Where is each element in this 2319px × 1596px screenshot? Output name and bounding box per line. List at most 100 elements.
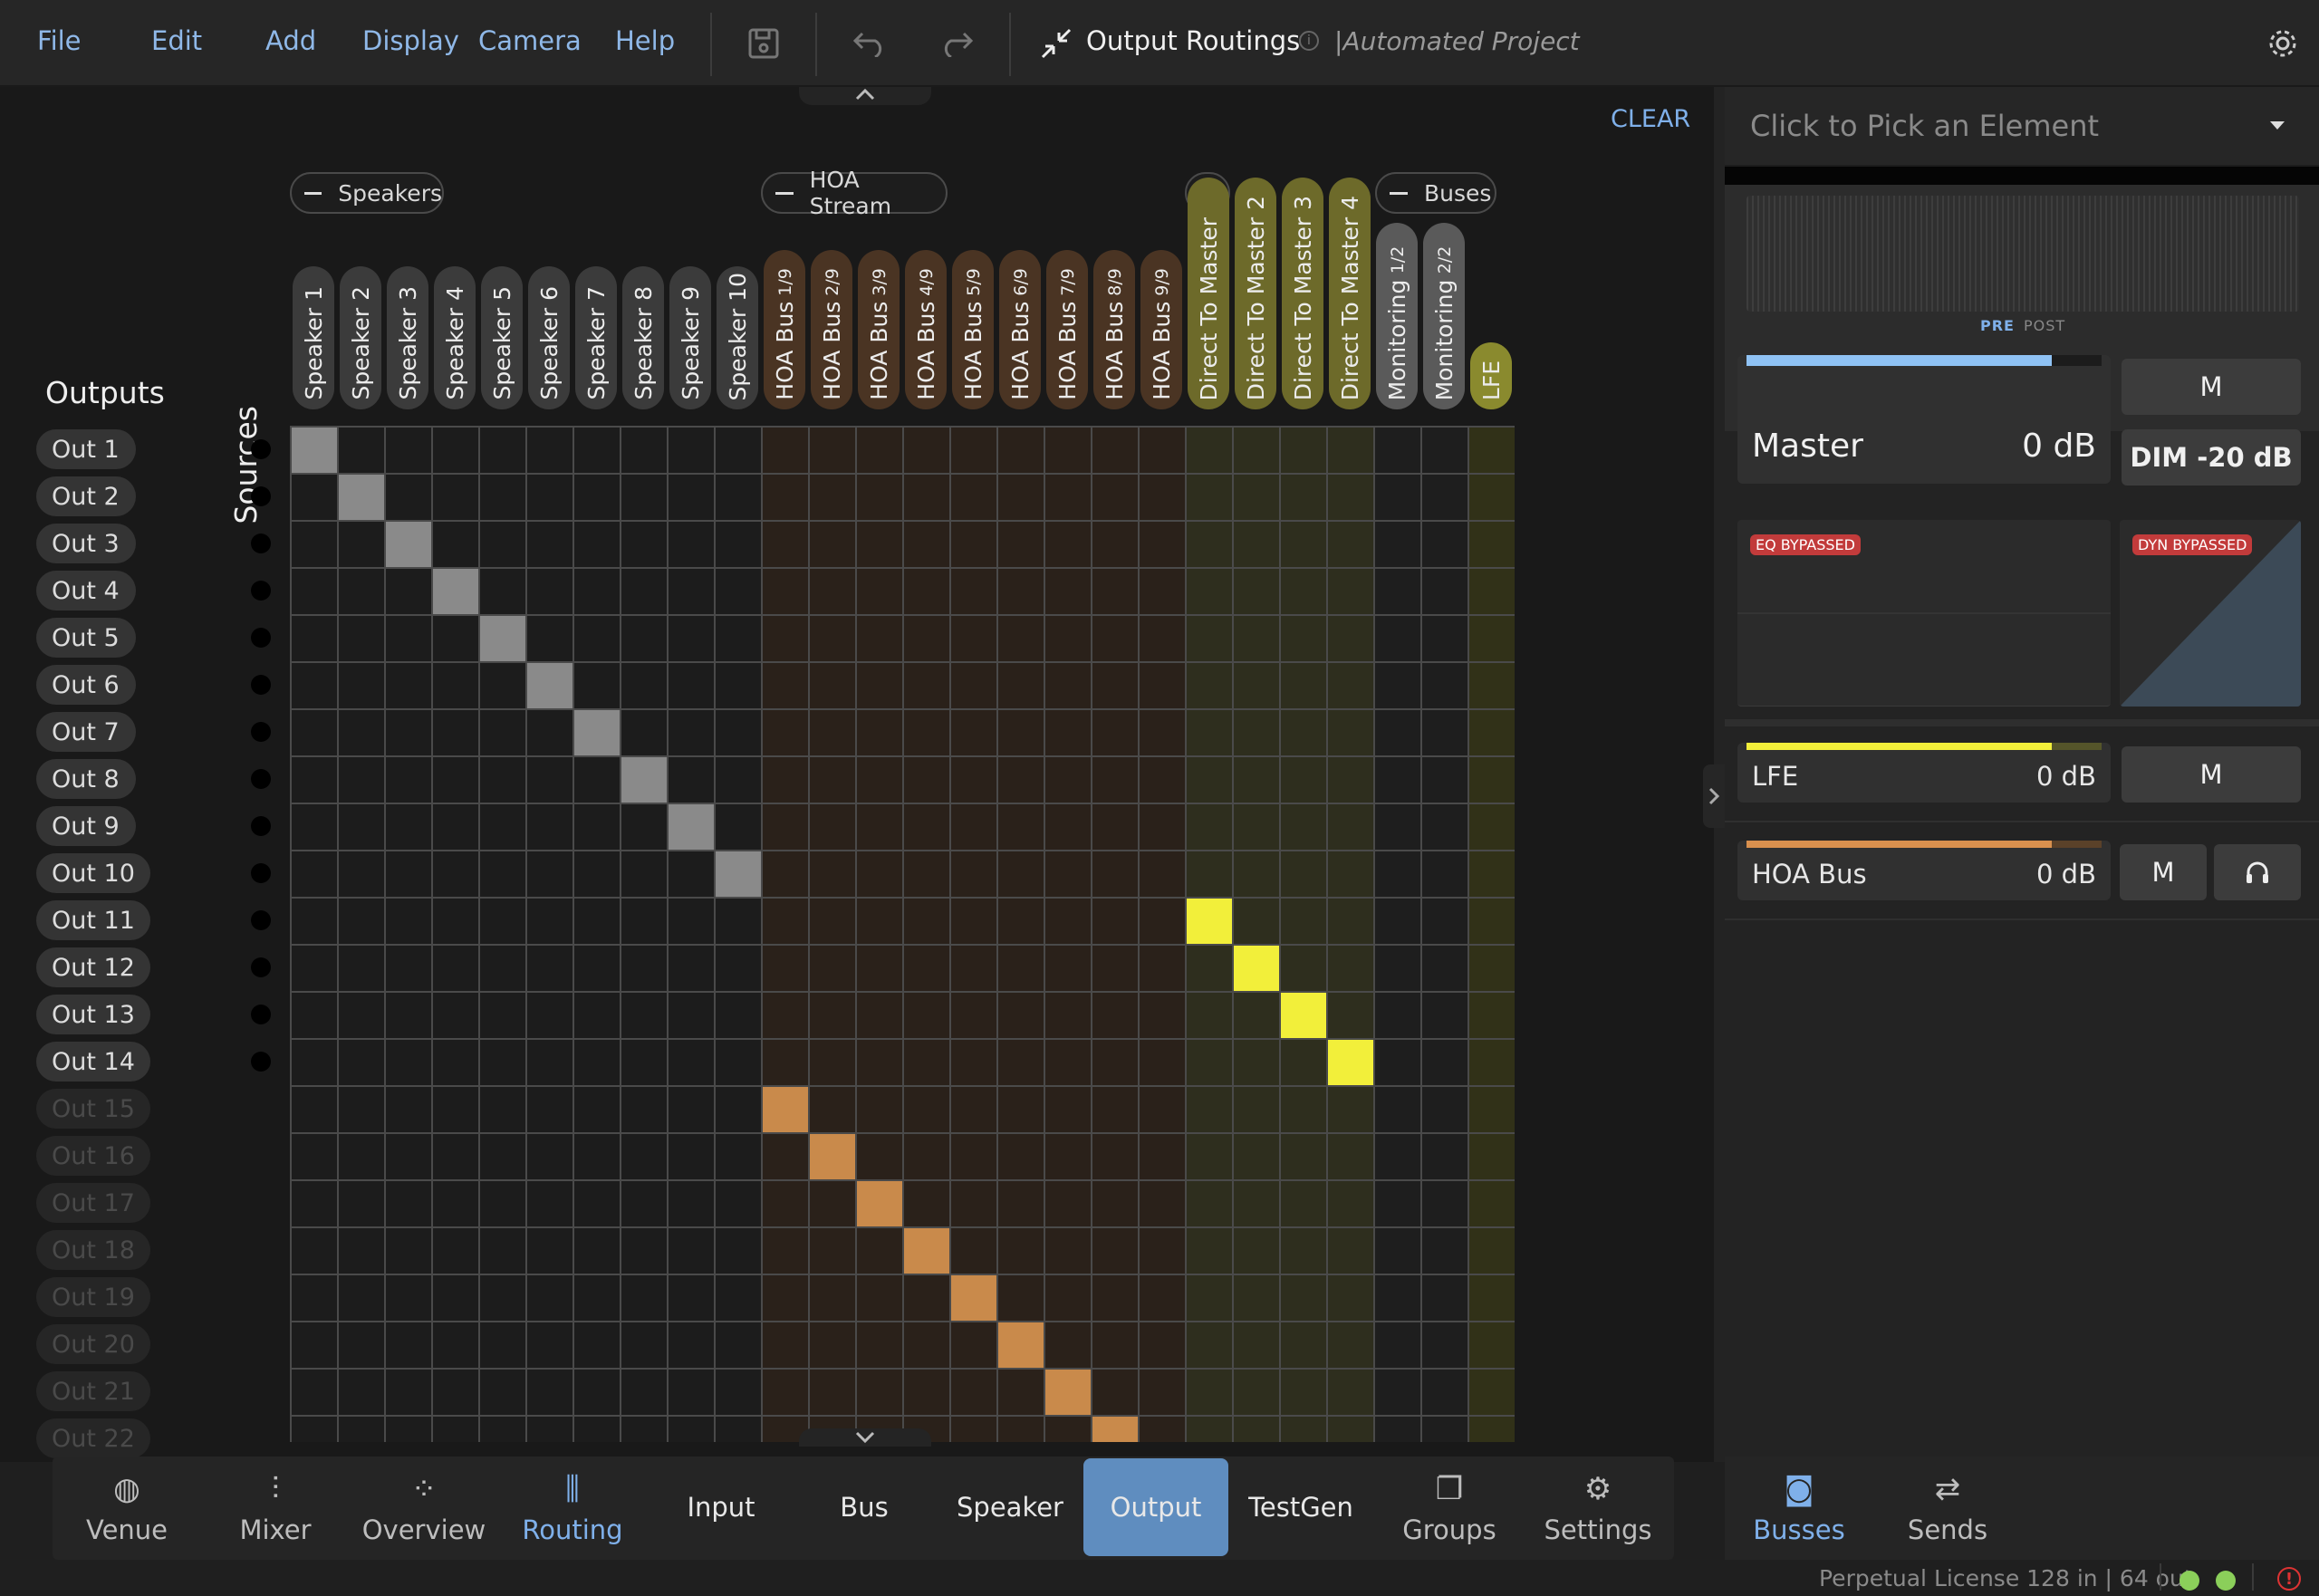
hoa-bus-fader[interactable]: HOA Bus 0 dB [1737,841,2111,900]
column-header-2[interactable]: Speaker 2 [340,266,381,409]
route-cell[interactable] [1234,946,1279,991]
output-row-label[interactable]: Out 9 [36,806,136,846]
subtab-bus[interactable]: Bus [794,1458,935,1556]
output-row-label[interactable]: Out 12 [36,947,150,987]
route-cell[interactable] [339,475,384,520]
column-header-25[interactable]: Monitoring 2/2 [1423,223,1465,409]
lfe-mute-button[interactable]: M [2122,746,2301,803]
route-cell[interactable] [1045,1370,1091,1415]
routing-grid[interactable] [290,426,1515,1442]
route-cell[interactable] [669,804,714,850]
eq-panel[interactable]: EQ BYPASSED [1737,520,2111,707]
source-indicator[interactable] [251,581,271,601]
route-cell[interactable] [480,616,525,661]
source-indicator[interactable] [251,486,271,506]
output-row-label[interactable]: Out 3 [36,524,136,563]
subtab-input[interactable]: Input [650,1458,792,1556]
route-cell[interactable] [904,1228,949,1274]
gear-icon[interactable] [2257,18,2308,69]
route-cell[interactable] [763,1087,808,1132]
panel-toggle[interactable] [1703,764,1725,828]
column-header-15[interactable]: HOA Bus 5/9 [952,250,994,409]
pre-toggle[interactable]: PRE [1980,317,2015,334]
dynamics-panel[interactable]: DYN BYPASSED [2120,520,2301,707]
column-header-14[interactable]: HOA Bus 4/9 [905,250,947,409]
source-indicator[interactable] [251,769,271,789]
output-row-label[interactable]: Out 14 [36,1042,150,1082]
menu-camera[interactable]: Camera [478,25,582,56]
route-cell[interactable] [951,1275,996,1321]
output-row-label[interactable]: Out 5 [36,618,136,658]
column-header-7[interactable]: Speaker 7 [575,266,617,409]
output-row-label[interactable]: Out 1 [36,429,136,469]
post-toggle[interactable]: POST [2024,317,2065,334]
route-cell[interactable] [292,428,337,473]
collapse-arrows-icon[interactable] [1031,18,1082,69]
master-fader[interactable]: Master 0 dB [1737,355,2111,484]
clear-button[interactable]: CLEAR [1611,105,1690,133]
route-cell[interactable] [1281,993,1326,1038]
alert-icon[interactable]: ! [2277,1567,2301,1591]
output-row-label[interactable]: Out 7 [36,712,136,752]
output-row-label[interactable]: Out 4 [36,571,136,611]
source-indicator[interactable] [251,957,271,977]
source-indicator[interactable] [251,1052,271,1072]
output-row-label[interactable]: Out 18 [36,1230,150,1270]
group-toggle-speakers[interactable]: Speakers [290,172,444,214]
source-indicator[interactable] [251,675,271,695]
route-cell[interactable] [433,569,478,614]
column-header-23[interactable]: Direct To Master 4 [1329,178,1371,409]
subtab-speaker[interactable]: Speaker [938,1458,1082,1556]
source-indicator[interactable] [251,722,271,742]
tab-sends[interactable]: ⇄ Sends [1877,1457,2018,1556]
output-row-label[interactable]: Out 10 [36,853,150,893]
source-indicator[interactable] [251,534,271,553]
column-header-6[interactable]: Speaker 6 [528,266,570,409]
redo-icon[interactable] [931,18,982,69]
column-header-5[interactable]: Speaker 5 [481,266,523,409]
group-toggle-buses[interactable]: Buses [1375,172,1496,214]
output-row-label[interactable]: Out 8 [36,759,136,799]
route-cell[interactable] [386,522,431,567]
tab-busses[interactable]: ◙ Busses [1728,1457,1870,1556]
route-cell[interactable] [574,710,620,755]
dim-button[interactable]: DIM -20 dB [2122,429,2301,486]
column-header-24[interactable]: Monitoring 1/2 [1376,223,1418,409]
output-row-label[interactable]: Out 17 [36,1183,150,1223]
route-cell[interactable] [998,1322,1044,1368]
column-header-9[interactable]: Speaker 9 [669,266,711,409]
source-indicator[interactable] [251,439,271,459]
hoa-mute-button[interactable]: M [2120,844,2207,900]
headphones-button[interactable] [2214,844,2301,900]
column-header-20[interactable]: Direct To Master [1188,178,1229,409]
output-row-label[interactable]: Out 16 [36,1136,150,1176]
column-header-3[interactable]: Speaker 3 [387,266,428,409]
source-indicator[interactable] [251,816,271,836]
column-header-19[interactable]: HOA Bus 9/9 [1140,250,1182,409]
lfe-fader[interactable]: LFE 0 dB [1737,743,2111,803]
column-header-10[interactable]: Speaker 10 [717,266,758,409]
column-header-11[interactable]: HOA Bus 1/9 [764,250,805,409]
route-cell[interactable] [857,1181,902,1226]
tab-overview[interactable]: ⁘ Overview [353,1457,495,1556]
subtab-output[interactable]: Output [1083,1458,1228,1556]
route-cell[interactable] [716,851,761,897]
master-mute-button[interactable]: M [2122,359,2301,415]
scroll-down-handle[interactable] [799,1428,931,1447]
column-header-16[interactable]: HOA Bus 6/9 [999,250,1041,409]
menu-file[interactable]: File [37,25,82,56]
column-header-26[interactable]: LFE [1470,342,1512,409]
source-indicator[interactable] [251,1005,271,1024]
tab-routing[interactable]: ⫼ Routing [502,1457,643,1556]
route-cell[interactable] [621,757,667,803]
group-toggle-hoa[interactable]: HOA Stream [761,167,948,219]
source-indicator[interactable] [251,863,271,883]
output-row-label[interactable]: Out 6 [36,665,136,705]
menu-display[interactable]: Display [362,25,459,56]
element-picker[interactable]: Click to Pick an Element [1725,87,2319,167]
info-icon[interactable]: i [1299,31,1319,51]
menu-add[interactable]: Add [265,25,316,56]
column-header-8[interactable]: Speaker 8 [622,266,664,409]
column-header-13[interactable]: HOA Bus 3/9 [858,250,900,409]
save-icon[interactable] [738,18,789,69]
